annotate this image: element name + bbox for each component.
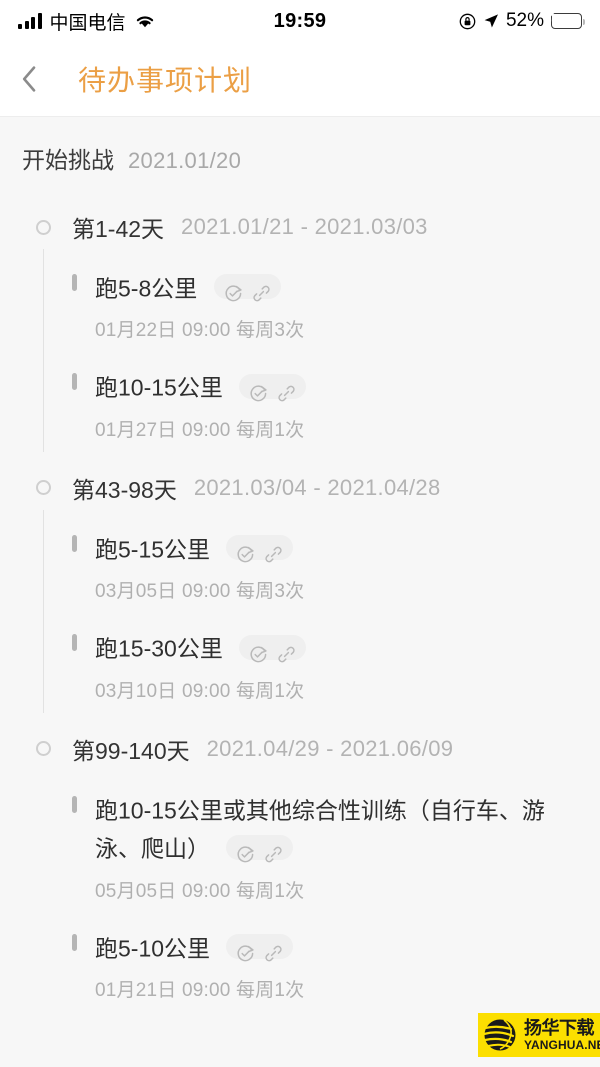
phase-header[interactable]: 第99-140天 2021.04/29 - 2021.06/09: [0, 727, 600, 771]
task-row[interactable]: 跑5-15公里 03月05日 09:00 每周3次: [0, 518, 600, 617]
watermark: 扬华下载 YANGHUA.NET: [478, 1013, 600, 1057]
task-row[interactable]: 跑10-15公里或其他综合性训练（自行车、游泳、爬山） 05月05日 09:00…: [0, 779, 600, 917]
chevron-left-icon: [22, 66, 37, 92]
task-bullet-icon: [72, 795, 77, 813]
phase-header[interactable]: 第1-42天 2021.01/21 - 2021.03/03: [0, 205, 600, 249]
link-icon[interactable]: [264, 538, 283, 563]
task-content: 跑5-8公里 01月22日 09:00 每周3次: [95, 269, 578, 342]
task-title-line: 跑5-15公里: [95, 530, 578, 568]
phase-date-range: 2021.03/04 - 2021.04/28: [193, 474, 441, 500]
page-title: 待办事项计划: [78, 65, 253, 96]
task-schedule: 03月10日 09:00 每周1次: [95, 680, 305, 702]
phase-title: 第99-140天: [72, 737, 190, 764]
task-bullet-icon: [72, 933, 77, 951]
task-badges: [239, 634, 307, 663]
phase-title: 第1-42天: [72, 216, 165, 242]
task-badges: [239, 373, 307, 402]
phone-screen: 中国电信 19:59 52% 待办事项计划 开始挑战 2021.01/20 第1…: [0, 0, 600, 1067]
phase-circle-icon: [36, 480, 51, 496]
task-bullet-icon: [72, 373, 77, 391]
phase-block: 第1-42天 2021.01/21 - 2021.03/03 跑5-8公里 01…: [0, 205, 600, 466]
phase-date-range: 2021.04/29 - 2021.06/09: [206, 735, 454, 761]
phase-tasks: 跑10-15公里或其他综合性训练（自行车、游泳、爬山） 05月05日 09:00…: [0, 771, 600, 1026]
battery-charging-icon: [549, 8, 586, 29]
task-content: 跑5-10公里 01月21日 09:00 每周1次: [95, 929, 578, 1002]
task-row[interactable]: 跑10-15公里 01月27日 09:00 每周1次: [0, 356, 600, 455]
signal-bars-icon: [18, 13, 42, 29]
start-challenge-row: 开始挑战 2021.01/20: [0, 141, 600, 175]
globe-swoosh-logo-icon: [482, 1016, 522, 1054]
watermark-domain: YANGHUA.NET: [524, 1038, 600, 1052]
wifi-icon: [134, 13, 156, 29]
task-title: 跑10-15公里或其他综合性训练（自行车、游泳、爬山）: [95, 797, 545, 862]
task-title-line: 跑10-15公里或其他综合性训练（自行车、游泳、爬山）: [95, 791, 578, 868]
repeat-check-icon[interactable]: [236, 538, 255, 563]
task-title: 跑5-10公里: [95, 934, 211, 961]
task-schedule: 05月05日 09:00 每周1次: [95, 880, 305, 902]
link-icon[interactable]: [277, 377, 296, 402]
phase-circle-icon: [36, 741, 51, 757]
task-badges: [213, 274, 281, 302]
navigation-bar: 待办事项计划: [0, 42, 600, 117]
task-title: 跑10-15公里: [95, 374, 223, 401]
phase-date-range: 2021.01/21 - 2021.03/03: [181, 214, 428, 239]
watermark-text: 扬华下载 YANGHUA.NET: [524, 1019, 600, 1051]
task-schedule: 01月21日 09:00 每周1次: [95, 979, 305, 1001]
task-row[interactable]: 跑5-10公里 01月21日 09:00 每周1次: [0, 917, 600, 1016]
link-icon[interactable]: [264, 838, 283, 862]
location-arrow-icon: [483, 13, 499, 29]
repeat-check-icon[interactable]: [236, 937, 255, 962]
task-schedule: 01月27日 09:00 每周1次: [95, 419, 305, 441]
phase-block: 第99-140天 2021.04/29 - 2021.06/09 跑10-15公…: [0, 727, 600, 1026]
status-bar: 中国电信 19:59 52%: [0, 0, 600, 42]
watermark-title: 扬华下载: [524, 1018, 595, 1038]
link-icon[interactable]: [252, 277, 271, 302]
task-schedule: 03月05日 09:00 每周3次: [95, 581, 305, 603]
carrier-label: 中国电信: [49, 12, 126, 34]
status-bar-right: 52%: [459, 8, 586, 32]
task-badges: [226, 933, 294, 962]
task-content: 跑15-30公里 03月10日 09:00 每周1次: [95, 629, 578, 702]
phase-title: 第43-98天: [72, 476, 177, 503]
status-bar-left: 中国电信: [18, 8, 156, 35]
task-bullet-icon: [72, 534, 77, 552]
phase-block: 第43-98天 2021.03/04 - 2021.04/28 跑5-15公里: [0, 466, 600, 727]
task-badges: [226, 834, 294, 862]
task-schedule: 01月22日 09:00 每周3次: [95, 320, 305, 342]
task-row[interactable]: 跑15-30公里 03月10日 09:00 每周1次: [0, 617, 600, 716]
repeat-check-icon[interactable]: [249, 377, 268, 402]
phase-tasks: 跑5-8公里 01月22日 09:00 每周3次 跑10-15公里 01月27日…: [0, 249, 600, 466]
task-bullet-icon: [72, 274, 77, 291]
plan-content: 开始挑战 2021.01/20 第1-42天 2021.01/21 - 2021…: [0, 117, 600, 1067]
start-challenge-date: 2021.01/20: [128, 148, 242, 173]
start-challenge-label: 开始挑战: [22, 147, 114, 173]
phase-tasks: 跑5-15公里 03月05日 09:00 每周3次 跑15-30公里 03月10…: [0, 509, 600, 727]
task-title: 跑5-8公里: [95, 275, 198, 302]
repeat-check-icon[interactable]: [224, 277, 243, 302]
back-button[interactable]: [22, 59, 56, 99]
phase-header[interactable]: 第43-98天 2021.03/04 - 2021.04/28: [0, 466, 600, 510]
link-icon[interactable]: [264, 937, 283, 962]
task-row[interactable]: 跑5-8公里 01月22日 09:00 每周3次: [0, 257, 600, 356]
task-title: 跑15-30公里: [95, 635, 223, 662]
phase-circle-icon: [36, 219, 51, 235]
task-title-line: 跑5-10公里: [95, 929, 578, 967]
battery-percent-label: 52%: [505, 10, 544, 31]
task-content: 跑10-15公里或其他综合性训练（自行车、游泳、爬山） 05月05日 09:00…: [95, 791, 578, 903]
repeat-check-icon[interactable]: [249, 638, 268, 663]
task-badges: [226, 535, 294, 563]
task-bullet-icon: [72, 634, 77, 652]
task-title: 跑5-15公里: [95, 536, 211, 563]
task-title-line: 跑15-30公里: [95, 629, 578, 667]
task-content: 跑5-15公里 03月05日 09:00 每周3次: [95, 530, 578, 603]
rotation-lock-icon: [459, 13, 476, 30]
task-title-line: 跑10-15公里: [95, 368, 578, 406]
repeat-check-icon[interactable]: [236, 838, 255, 862]
task-title-line: 跑5-8公里: [95, 269, 578, 307]
task-content: 跑10-15公里 01月27日 09:00 每周1次: [95, 368, 578, 441]
link-icon[interactable]: [277, 638, 296, 662]
